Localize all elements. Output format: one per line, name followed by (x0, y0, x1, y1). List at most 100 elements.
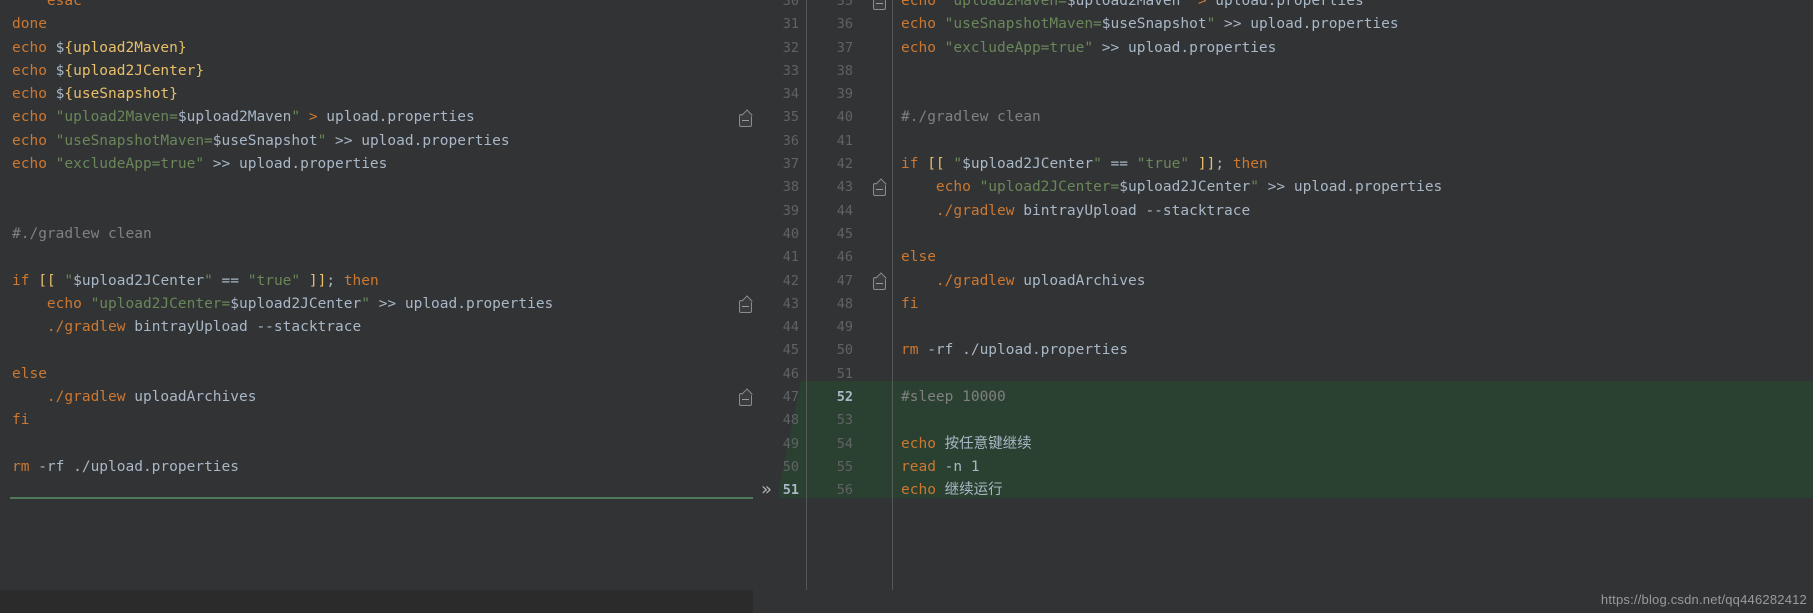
code-token: -rf ./upload.properties (29, 458, 239, 475)
code-line[interactable] (901, 60, 1813, 83)
code-line[interactable]: fi (901, 293, 1813, 316)
right-fold-strip[interactable] (871, 0, 893, 590)
code-line[interactable] (901, 83, 1813, 106)
code-token: >> upload.properties (1258, 179, 1443, 196)
code-line[interactable]: ./gradlew bintrayUpload --stacktrace (12, 316, 753, 339)
code-line[interactable] (12, 339, 753, 362)
code-line[interactable]: ./gradlew uploadArchives (12, 386, 753, 409)
line-number: 50 (782, 458, 799, 475)
code-line[interactable]: #./gradlew clean (12, 223, 753, 246)
code-line[interactable]: read -n 1 (901, 456, 1813, 479)
chevron-double-right-icon[interactable]: » (761, 481, 772, 499)
code-token: ./gradlew (46, 389, 126, 406)
code-token: echo (901, 16, 945, 33)
line-number: 46 (836, 249, 853, 266)
fold-collapse-icon[interactable] (873, 0, 886, 10)
code-line[interactable] (901, 363, 1813, 386)
code-line[interactable]: rm -rf ./upload.properties (12, 456, 753, 479)
code-line[interactable]: echo ${upload2JCenter} (12, 60, 753, 83)
line-number: 41 (836, 132, 853, 149)
fold-collapse-icon[interactable] (873, 276, 886, 290)
code-token: $upload2Maven (177, 109, 292, 126)
right-code-lines[interactable]: echo "upload2Maven=$upload2Maven" > uplo… (893, 0, 1813, 503)
code-token: >> upload.properties (1093, 39, 1277, 56)
fold-collapse-icon[interactable] (739, 393, 752, 407)
code-line[interactable] (12, 176, 753, 199)
code-line[interactable] (901, 316, 1813, 339)
gutter-divider-left (806, 0, 807, 613)
code-line[interactable]: echo "upload2Maven=$upload2Maven" > uplo… (901, 0, 1813, 13)
code-line[interactable]: echo "upload2JCenter=$upload2JCenter" >>… (901, 176, 1813, 199)
left-code-lines[interactable]: esac done echo ${upload2Maven} echo ${uploa… (0, 0, 753, 503)
code-line[interactable] (12, 200, 753, 223)
code-line[interactable]: #sleep 10000 (901, 386, 1813, 409)
code-token: {upload2Maven} (64, 39, 187, 56)
code-line[interactable] (901, 409, 1813, 432)
code-token: echo (12, 132, 56, 149)
code-line[interactable]: echo 继续运行 (901, 479, 1813, 502)
code-line[interactable]: ./gradlew uploadArchives (901, 270, 1813, 293)
code-line[interactable]: echo ${upload2Maven} (12, 37, 753, 60)
code-token: then (1232, 156, 1268, 173)
code-token: bintrayUpload --stacktrace (125, 319, 362, 336)
code-token: "upload2Maven= (944, 0, 1067, 9)
code-line[interactable]: else (12, 363, 753, 386)
code-line[interactable] (901, 130, 1813, 153)
code-token: #sleep 10000 (901, 389, 1006, 406)
gutter-bottom-strip (753, 590, 893, 613)
code-token: ]] (1197, 156, 1216, 173)
code-line[interactable]: echo "excludeApp=true" >> upload.propert… (12, 153, 753, 176)
code-line[interactable]: done (12, 13, 753, 36)
fold-collapse-icon[interactable] (739, 299, 752, 313)
code-token: $upload2JCenter (230, 295, 362, 312)
line-number: 50 (836, 342, 853, 359)
diff-left-editor[interactable]: esac done echo ${upload2Maven} echo ${uploa… (0, 0, 753, 590)
diff-gutter[interactable]: 30 31 32 33 34 35 36 37 38 39 40 41 42 43 44 45 46 47 48 49… (753, 0, 893, 590)
line-number: 32 (782, 39, 799, 56)
diff-right-editor[interactable]: echo "upload2Maven=$upload2Maven" > uplo… (893, 0, 1813, 590)
code-line[interactable]: echo "excludeApp=true" >> upload.propert… (901, 37, 1813, 60)
fold-collapse-icon[interactable] (873, 183, 886, 197)
fold-collapse-icon[interactable] (739, 113, 752, 127)
code-token: 按任意键继续 (944, 435, 1032, 452)
code-line[interactable]: rm -rf ./upload.properties (901, 339, 1813, 362)
code-token: rm (901, 342, 919, 359)
code-line[interactable]: if [[ "$upload2JCenter" == "true" ]]; th… (901, 153, 1813, 176)
old-line-numbers[interactable]: 30 31 32 33 34 35 36 37 38 39 40 41 42 43 44 45 46 47 48 49… (753, 0, 799, 503)
code-token: " (1206, 16, 1216, 33)
code-token: if (12, 272, 39, 289)
code-line[interactable]: #./gradlew clean (901, 106, 1813, 129)
code-line[interactable]: echo "upload2JCenter=$upload2JCenter" >>… (12, 293, 753, 316)
code-line[interactable]: if [[ "$upload2JCenter" == "true" ]]; th… (12, 270, 753, 293)
code-line[interactable] (12, 433, 753, 456)
code-token: ./gradlew (935, 272, 1015, 289)
code-line[interactable] (12, 479, 753, 502)
code-line[interactable]: echo "upload2Maven=$upload2Maven" > uplo… (12, 106, 753, 129)
code-token: upload.properties (1206, 0, 1364, 9)
code-line[interactable] (901, 223, 1813, 246)
code-line[interactable]: echo "useSnapshotMaven=$useSnapshot" >> … (901, 13, 1813, 36)
code-line[interactable]: echo 按任意键继续 (901, 433, 1813, 456)
code-line[interactable]: else (901, 246, 1813, 269)
line-number: 51 (836, 365, 853, 382)
code-line[interactable]: fi (12, 409, 753, 432)
code-token: $useSnapshot (212, 132, 318, 149)
code-line[interactable]: echo ${useSnapshot} (12, 83, 753, 106)
line-number: 39 (836, 86, 853, 103)
code-token: read (901, 458, 936, 475)
code-token: "excludeApp=true" (55, 156, 205, 173)
code-line[interactable] (12, 246, 753, 269)
new-line-numbers[interactable]: 35 36 37 38 39 40 41 42 43 44 45 46 47 48 49 50 51 52 53 54… (807, 0, 853, 503)
code-token: $upload2JCenter (73, 272, 205, 289)
code-line[interactable]: ./gradlew bintrayUpload --stacktrace (901, 200, 1813, 223)
code-line[interactable]: echo "useSnapshotMaven=$useSnapshot" >> … (12, 130, 753, 153)
left-fold-strip[interactable] (737, 0, 753, 590)
left-horizontal-scrollbar[interactable] (0, 590, 753, 613)
code-line[interactable]: esac (12, 0, 753, 13)
